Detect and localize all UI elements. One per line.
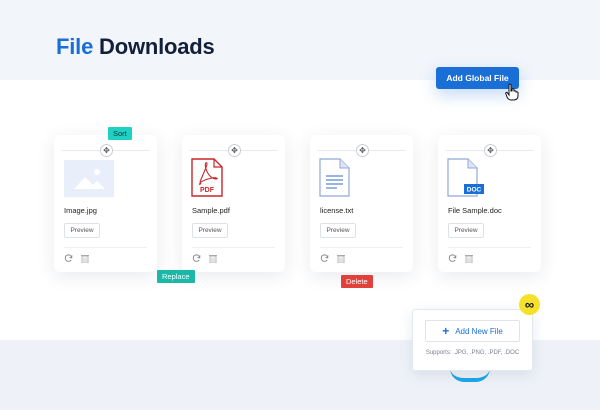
- page-title-accent: File: [56, 34, 94, 59]
- delete-tag: Delete: [341, 275, 373, 288]
- doc-badge: DOC: [467, 187, 482, 194]
- replace-tag: Replace: [157, 270, 195, 283]
- infinity-icon: ∞: [519, 294, 540, 315]
- trash-icon[interactable]: [209, 254, 217, 263]
- file-card-pdf: ✥ PDF Sample.pdf Preview: [182, 135, 285, 272]
- sort-tag: Sort: [108, 127, 132, 140]
- add-new-file-label: Add New File: [455, 326, 503, 336]
- preview-button[interactable]: Preview: [448, 223, 484, 238]
- text-file-icon: [319, 158, 350, 197]
- pdf-badge: PDF: [200, 187, 215, 194]
- card-divider: [448, 247, 531, 248]
- page-title: File Downloads: [56, 34, 215, 60]
- preview-button[interactable]: Preview: [320, 223, 356, 238]
- file-name: Image.jpg: [64, 206, 97, 215]
- refresh-icon[interactable]: [320, 254, 329, 263]
- move-icon[interactable]: ✥: [484, 144, 497, 157]
- preview-button[interactable]: Preview: [64, 223, 100, 238]
- plus-icon: +: [442, 324, 450, 338]
- refresh-icon[interactable]: [192, 254, 201, 263]
- file-name: File Sample.doc: [448, 206, 502, 215]
- hand-pointer-icon: [505, 83, 519, 101]
- move-icon[interactable]: ✥: [228, 144, 241, 157]
- move-icon[interactable]: ✥: [356, 144, 369, 157]
- image-placeholder-icon: [64, 160, 114, 197]
- pdf-file-icon: PDF: [191, 158, 223, 197]
- refresh-icon[interactable]: [64, 254, 73, 263]
- add-new-file-button[interactable]: + Add New File: [425, 320, 520, 342]
- file-card-image: ✥ Image.jpg Preview: [54, 135, 157, 272]
- trash-icon[interactable]: [81, 254, 89, 263]
- card-divider: [320, 247, 403, 248]
- page-title-rest: Downloads: [99, 34, 215, 59]
- file-card-txt: ✥ license.txt Preview: [310, 135, 413, 272]
- file-name: license.txt: [320, 206, 354, 215]
- file-name: Sample.pdf: [192, 206, 230, 215]
- supported-formats: Supports: .JPG, .PNG, .PDF, .DOC: [425, 350, 520, 356]
- doc-file-icon: DOC: [447, 158, 484, 197]
- card-divider: [64, 247, 147, 248]
- refresh-icon[interactable]: [448, 254, 457, 263]
- move-icon[interactable]: ✥: [100, 144, 113, 157]
- add-file-panel: + Add New File Supports: .JPG, .PNG, .PD…: [412, 309, 533, 371]
- preview-button[interactable]: Preview: [192, 223, 228, 238]
- file-card-doc: ✥ DOC File Sample.doc Preview: [438, 135, 541, 272]
- trash-icon[interactable]: [465, 254, 473, 263]
- trash-icon[interactable]: [337, 254, 345, 263]
- card-divider: [192, 247, 275, 248]
